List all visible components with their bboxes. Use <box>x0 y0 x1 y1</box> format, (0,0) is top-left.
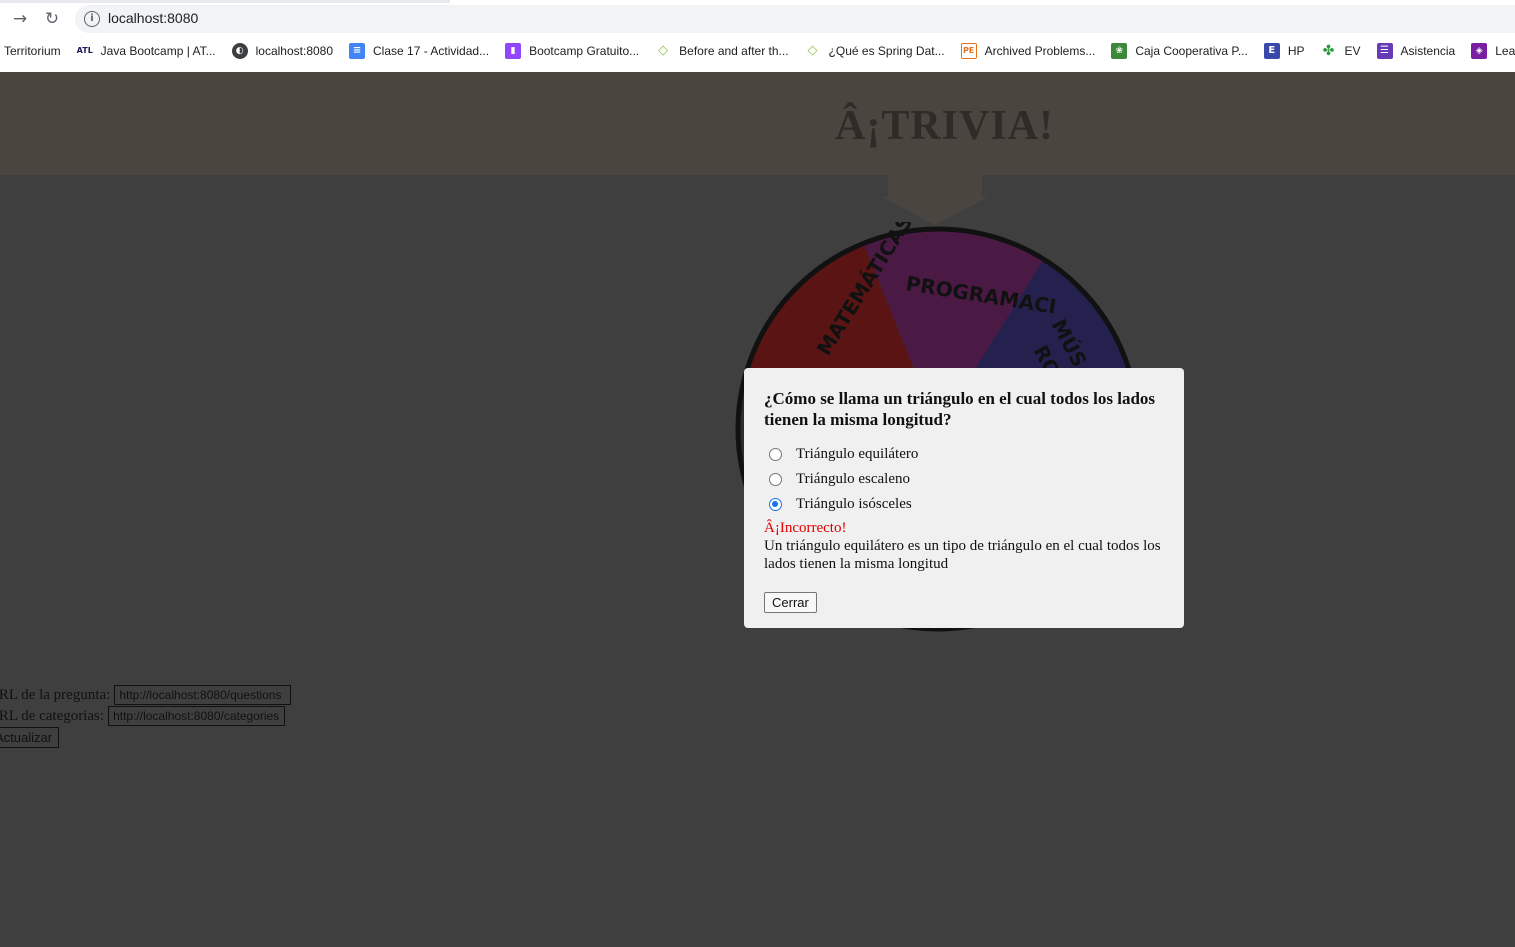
forward-arrow-icon[interactable]: → <box>9 8 31 30</box>
project-euler-icon: PE <box>960 43 977 59</box>
bookmark-label: HP <box>1287 44 1305 58</box>
diamond-icon: ◇ <box>807 43 818 58</box>
question-text: ¿Cómo se llama un triángulo en el cual t… <box>764 389 1156 429</box>
question-url-label: URL de la pregunta: <box>0 686 111 703</box>
reload-icon[interactable]: ↻ <box>41 8 63 30</box>
question-modal: ¿Cómo se llama un triángulo en el cual t… <box>744 368 1184 628</box>
bookmark-label: Before and after th... <box>679 44 789 58</box>
bookmark-learner[interactable]: ◈ Learner <box>1471 43 1515 59</box>
address-url: localhost:8080 <box>108 10 199 26</box>
bookmark-territorium[interactable]: Territorium <box>4 44 61 58</box>
twitch-icon: ▮ <box>505 43 522 59</box>
bookmark-before-after[interactable]: ◇ Before and after th... <box>655 43 788 59</box>
answer-label: Triángulo isósceles <box>796 496 912 512</box>
bookmark-localhost[interactable]: ◐ localhost:8080 <box>231 43 334 59</box>
bookmark-clase-17[interactable]: ≡ Clase 17 - Actividad... <box>349 43 489 59</box>
bookmark-asistencia[interactable]: ☰ Asistencia <box>1376 43 1456 59</box>
close-button[interactable]: Cerrar <box>764 592 817 613</box>
answer-option-equilatero[interactable]: Triángulo equilátero <box>764 442 1164 467</box>
google-docs-icon: ≡ <box>349 43 366 59</box>
bookmark-ev[interactable]: ✤ EV <box>1321 43 1361 59</box>
bookmark-label: Territorium <box>4 44 61 58</box>
bookmarks-bar: Territorium ATL Java Bootcamp | AT... ◐ … <box>0 38 1515 64</box>
diamond-icon: ◇ <box>658 43 669 58</box>
globe-icon: ◐ <box>231 43 248 59</box>
bookmark-label: localhost:8080 <box>255 44 334 58</box>
radio-button[interactable] <box>769 448 782 461</box>
categories-url-input[interactable]: http://localhost:8080/categories <box>108 706 286 726</box>
bookmark-hp[interactable]: E HP <box>1263 43 1305 59</box>
categories-url-row: URL de categorias: http://localhost:8080… <box>0 706 286 726</box>
answer-option-isosceles[interactable]: Triángulo isósceles <box>764 492 1164 517</box>
update-button[interactable]: Actualizar <box>0 727 60 748</box>
atl-logo-icon: ATL <box>76 46 93 55</box>
bookmark-label: Bootcamp Gratuito... <box>529 44 640 58</box>
answer-options: Triángulo equilátero Triángulo escaleno … <box>764 442 1164 517</box>
bookmark-label: ¿Qué es Spring Dat... <box>828 44 945 58</box>
answer-explanation: Un triángulo equilátero es un tipo de tr… <box>764 538 1161 572</box>
radio-button[interactable] <box>769 473 782 486</box>
clover-icon: ✤ <box>1322 43 1335 59</box>
bookmark-java-bootcamp[interactable]: ATL Java Bootcamp | AT... <box>77 43 216 59</box>
bookmark-label: Java Bootcamp | AT... <box>100 44 216 58</box>
bookmark-label: Clase 17 - Actividad... <box>373 44 490 58</box>
cooperative-icon: ❀ <box>1111 43 1128 59</box>
answer-label: Triángulo equilátero <box>796 446 919 462</box>
bookmark-label: Asistencia <box>1400 44 1456 58</box>
answer-label: Triángulo escaleno <box>796 471 911 487</box>
address-bar[interactable]: i localhost:8080 <box>75 5 1515 33</box>
question-url-input[interactable]: http://localhost:8080/questions <box>114 685 292 705</box>
answer-option-escaleno[interactable]: Triángulo escaleno <box>764 467 1164 492</box>
header-band: Â¡TRIVIA! <box>0 72 1515 175</box>
bookmark-archived-problems[interactable]: PE Archived Problems... <box>960 43 1096 59</box>
question-url-row: URL de la pregunta: http://localhost:808… <box>0 685 292 705</box>
page-title: Â¡TRIVIA! <box>835 103 1054 149</box>
bookmark-label: EV <box>1344 44 1361 58</box>
bookmark-bootcamp-gratuito[interactable]: ▮ Bootcamp Gratuito... <box>505 43 639 59</box>
e-logo-icon: E <box>1263 43 1280 59</box>
bookmark-caja-cooperativa[interactable]: ❀ Caja Cooperativa P... <box>1111 43 1248 59</box>
browser-chrome: → ↻ i localhost:8080 Territorium ATL Jav… <box>0 0 1515 72</box>
bookmark-label: Caja Cooperativa P... <box>1135 44 1248 58</box>
radio-button-checked[interactable] <box>769 498 782 511</box>
bookmark-label: Archived Problems... <box>984 44 1096 58</box>
page-body: Â¡TRIVIA! MATEMÁTICAS PROGRAMACI MÚS RO … <box>0 72 1515 947</box>
bookmark-label: Learner <box>1495 44 1515 58</box>
categories-url-label: URL de categorias: <box>0 707 105 724</box>
site-info-icon[interactable]: i <box>84 11 100 27</box>
list-form-icon: ☰ <box>1376 43 1393 59</box>
learner-icon: ◈ <box>1471 43 1488 59</box>
wheel-pointer-arrow-icon <box>882 175 988 225</box>
active-tab-edge <box>0 0 450 3</box>
result-message: Â¡Incorrecto! <box>764 520 847 536</box>
bookmark-spring-data[interactable]: ◇ ¿Qué es Spring Dat... <box>805 43 945 59</box>
